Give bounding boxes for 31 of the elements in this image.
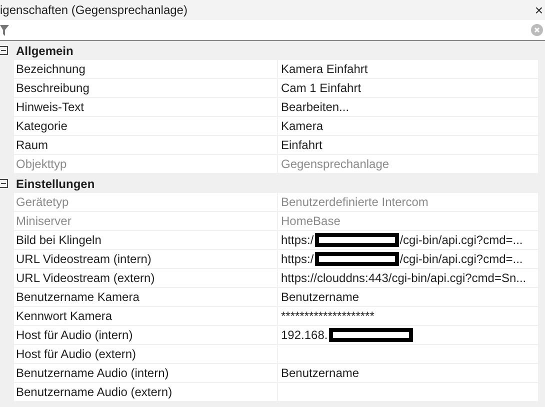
property-name[interactable]: Kategorie (14, 117, 278, 136)
close-button[interactable]: × (532, 2, 545, 18)
property-name[interactable]: Bezeichnung (14, 60, 278, 79)
property-name[interactable]: Host für Audio (intern) (14, 326, 278, 345)
property-name[interactable]: Bild bei Klingeln (14, 231, 278, 250)
clear-icon[interactable] (531, 24, 543, 36)
property-name[interactable]: URL Videostream (intern) (14, 250, 278, 269)
collapse-icon[interactable] (0, 46, 8, 55)
property-value[interactable]: Bearbeiten... (281, 100, 350, 114)
property-name[interactable]: Kennwort Kamera (14, 307, 278, 326)
search-field[interactable] (0, 20, 545, 41)
property-name[interactable]: Benutzername Audio (extern) (14, 383, 278, 402)
property-value[interactable]: 192.168. (281, 328, 328, 342)
property-name[interactable]: Beschreibung (14, 79, 278, 98)
property-name[interactable]: URL Videostream (extern) (14, 269, 278, 288)
filter-icon[interactable] (0, 24, 9, 36)
property-name[interactable]: Hinweis-Text (14, 98, 278, 117)
collapse-icon[interactable] (0, 179, 8, 188)
property-value[interactable]: https:/ (281, 252, 314, 266)
property-value[interactable]: Einfahrt (281, 138, 322, 152)
property-name[interactable]: Benutzername Kamera (14, 288, 278, 307)
property-name[interactable]: Benutzername Audio (intern) (14, 364, 278, 383)
property-value[interactable]: /cgi-bin/api.cgi?cmd=... (400, 252, 523, 266)
property-value[interactable]: Kamera (281, 119, 324, 133)
property-value[interactable]: /cgi-bin/api.cgi?cmd=... (400, 233, 523, 247)
property-value[interactable]: https:/ (281, 233, 314, 247)
property-name[interactable]: Raum (14, 136, 278, 155)
window-title: igenschaften (Gegensprechanlage) (0, 3, 188, 17)
property-name[interactable]: Host für Audio (extern) (14, 345, 278, 364)
category-header: Allgemein (16, 44, 74, 58)
category-header: Einstellungen (16, 176, 95, 190)
